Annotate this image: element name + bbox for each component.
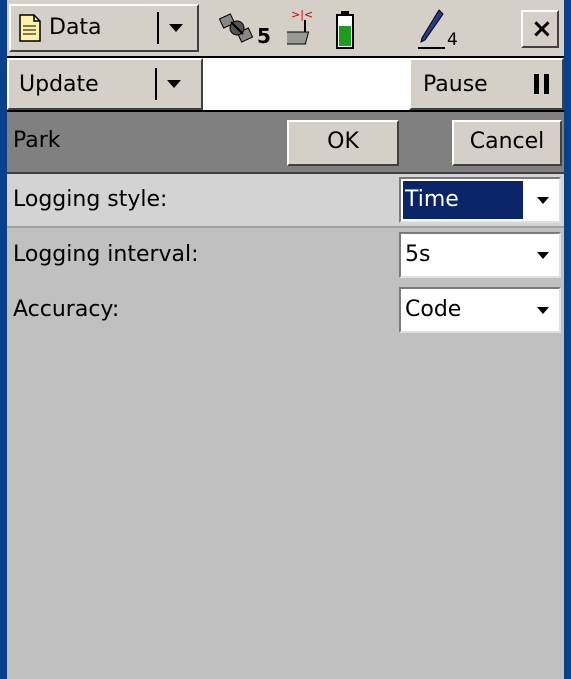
ok-button[interactable]: OK <box>287 120 399 166</box>
data-menu-button[interactable]: Data <box>9 4 199 52</box>
document-icon <box>19 14 41 42</box>
pause-icon <box>534 74 550 94</box>
menu-separator <box>157 12 159 44</box>
pause-button[interactable]: Pause <box>409 58 564 110</box>
update-label: Update <box>19 72 99 97</box>
chevron-down-icon[interactable] <box>537 307 549 314</box>
update-button[interactable]: Update <box>7 58 203 110</box>
close-icon: × <box>531 14 553 44</box>
status-bar: Data 5 >|< 4 × <box>7 0 564 58</box>
logging-style-select[interactable]: Time <box>399 177 561 223</box>
chevron-down-icon[interactable] <box>537 252 549 259</box>
logging-style-value: Time <box>405 187 459 212</box>
svg-text:>|<: >|< <box>291 8 313 21</box>
chevron-down-icon[interactable] <box>167 80 181 88</box>
logging-style-label: Logging style: <box>13 187 168 212</box>
logging-interval-value: 5s <box>405 242 431 267</box>
logging-interval-row: Logging interval: 5s <box>7 229 564 281</box>
cancel-label: Cancel <box>469 129 545 154</box>
chevron-down-icon[interactable] <box>169 24 183 32</box>
chevron-down-icon[interactable] <box>537 197 549 204</box>
radio-link-icon[interactable]: >|< <box>287 8 323 48</box>
form-title: Park <box>13 128 61 153</box>
satellite-count: 5 <box>257 24 271 48</box>
pen-icon[interactable] <box>415 8 447 52</box>
gnss-status: 5 >|< 4 × <box>205 4 564 52</box>
accuracy-select[interactable]: Code <box>399 287 561 333</box>
logging-toolbar: Update Pause <box>7 58 564 112</box>
accuracy-label: Accuracy: <box>13 297 120 322</box>
pen-count: 4 <box>447 30 458 50</box>
logging-style-row: Logging style: Time <box>7 174 564 228</box>
ok-label: OK <box>327 129 359 154</box>
satellite-icon[interactable] <box>219 10 255 48</box>
data-menu-label: Data <box>49 15 102 40</box>
pause-label: Pause <box>423 72 488 97</box>
battery-icon[interactable] <box>335 10 355 50</box>
close-button[interactable]: × <box>521 10 559 48</box>
form-header: Park OK Cancel <box>7 112 564 174</box>
cancel-button[interactable]: Cancel <box>452 120 562 166</box>
accuracy-row: Accuracy: Code <box>7 284 564 336</box>
app-window: Data 5 >|< 4 × Update Pause Park OK Canc… <box>7 0 564 679</box>
update-separator <box>155 68 157 100</box>
logging-interval-label: Logging interval: <box>13 242 199 267</box>
logging-interval-select[interactable]: 5s <box>399 232 561 278</box>
accuracy-value: Code <box>405 297 462 322</box>
